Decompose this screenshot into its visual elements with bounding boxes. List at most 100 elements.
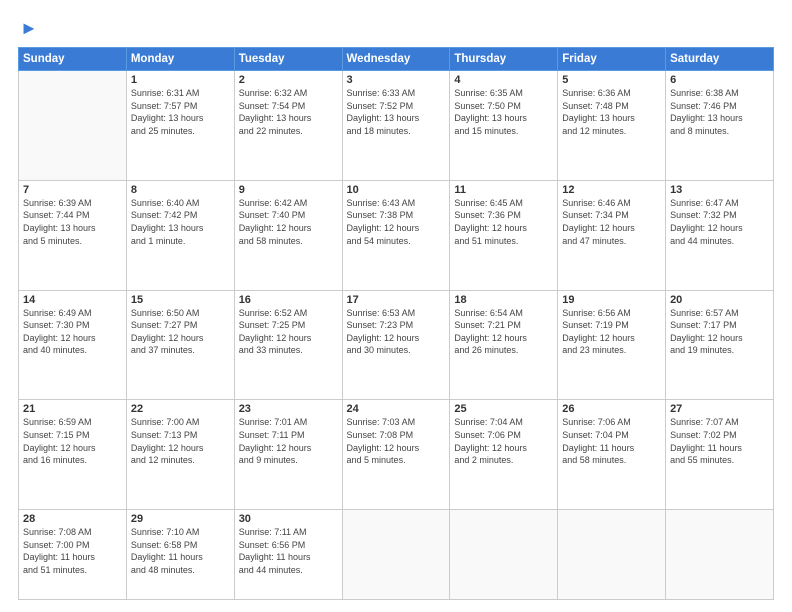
day-number: 11	[454, 184, 553, 196]
day-info: Sunrise: 6:32 AM Sunset: 7:54 PM Dayligh…	[239, 87, 338, 137]
day-info: Sunrise: 6:59 AM Sunset: 7:15 PM Dayligh…	[23, 416, 122, 466]
weekday-header-monday: Monday	[126, 48, 234, 71]
calendar-cell: 13Sunrise: 6:47 AM Sunset: 7:32 PM Dayli…	[666, 180, 774, 290]
day-info: Sunrise: 6:43 AM Sunset: 7:38 PM Dayligh…	[347, 197, 446, 247]
logo: ►	[18, 18, 38, 39]
day-number: 5	[562, 74, 661, 86]
calendar-cell: 16Sunrise: 6:52 AM Sunset: 7:25 PM Dayli…	[234, 290, 342, 400]
calendar-cell: 11Sunrise: 6:45 AM Sunset: 7:36 PM Dayli…	[450, 180, 558, 290]
day-info: Sunrise: 6:49 AM Sunset: 7:30 PM Dayligh…	[23, 307, 122, 357]
day-number: 6	[670, 74, 769, 86]
week-row-2: 7Sunrise: 6:39 AM Sunset: 7:44 PM Daylig…	[19, 180, 774, 290]
day-number: 22	[131, 403, 230, 415]
week-row-1: 1Sunrise: 6:31 AM Sunset: 7:57 PM Daylig…	[19, 71, 774, 181]
week-row-5: 28Sunrise: 7:08 AM Sunset: 7:00 PM Dayli…	[19, 510, 774, 600]
calendar-cell: 4Sunrise: 6:35 AM Sunset: 7:50 PM Daylig…	[450, 71, 558, 181]
day-number: 27	[670, 403, 769, 415]
calendar-cell: 7Sunrise: 6:39 AM Sunset: 7:44 PM Daylig…	[19, 180, 127, 290]
calendar-cell: 2Sunrise: 6:32 AM Sunset: 7:54 PM Daylig…	[234, 71, 342, 181]
page: ► SundayMondayTuesdayWednesdayThursdayFr…	[0, 0, 792, 612]
day-info: Sunrise: 6:42 AM Sunset: 7:40 PM Dayligh…	[239, 197, 338, 247]
day-info: Sunrise: 7:10 AM Sunset: 6:58 PM Dayligh…	[131, 526, 230, 576]
calendar-cell: 30Sunrise: 7:11 AM Sunset: 6:56 PM Dayli…	[234, 510, 342, 600]
calendar-cell: 27Sunrise: 7:07 AM Sunset: 7:02 PM Dayli…	[666, 400, 774, 510]
calendar-cell: 3Sunrise: 6:33 AM Sunset: 7:52 PM Daylig…	[342, 71, 450, 181]
calendar-cell: 12Sunrise: 6:46 AM Sunset: 7:34 PM Dayli…	[558, 180, 666, 290]
day-info: Sunrise: 7:03 AM Sunset: 7:08 PM Dayligh…	[347, 416, 446, 466]
day-number: 17	[347, 294, 446, 306]
day-info: Sunrise: 6:50 AM Sunset: 7:27 PM Dayligh…	[131, 307, 230, 357]
calendar-cell: 28Sunrise: 7:08 AM Sunset: 7:00 PM Dayli…	[19, 510, 127, 600]
calendar-cell: 10Sunrise: 6:43 AM Sunset: 7:38 PM Dayli…	[342, 180, 450, 290]
day-number: 1	[131, 74, 230, 86]
day-info: Sunrise: 6:46 AM Sunset: 7:34 PM Dayligh…	[562, 197, 661, 247]
day-number: 7	[23, 184, 122, 196]
calendar-cell: 20Sunrise: 6:57 AM Sunset: 7:17 PM Dayli…	[666, 290, 774, 400]
weekday-header-friday: Friday	[558, 48, 666, 71]
calendar-cell	[450, 510, 558, 600]
calendar-cell: 9Sunrise: 6:42 AM Sunset: 7:40 PM Daylig…	[234, 180, 342, 290]
day-info: Sunrise: 6:33 AM Sunset: 7:52 PM Dayligh…	[347, 87, 446, 137]
day-info: Sunrise: 7:07 AM Sunset: 7:02 PM Dayligh…	[670, 416, 769, 466]
day-number: 30	[239, 513, 338, 525]
weekday-header-wednesday: Wednesday	[342, 48, 450, 71]
day-number: 18	[454, 294, 553, 306]
calendar-cell: 1Sunrise: 6:31 AM Sunset: 7:57 PM Daylig…	[126, 71, 234, 181]
day-number: 9	[239, 184, 338, 196]
day-info: Sunrise: 6:35 AM Sunset: 7:50 PM Dayligh…	[454, 87, 553, 137]
calendar-cell: 21Sunrise: 6:59 AM Sunset: 7:15 PM Dayli…	[19, 400, 127, 510]
day-number: 8	[131, 184, 230, 196]
day-number: 25	[454, 403, 553, 415]
day-number: 12	[562, 184, 661, 196]
day-number: 3	[347, 74, 446, 86]
calendar-cell: 23Sunrise: 7:01 AM Sunset: 7:11 PM Dayli…	[234, 400, 342, 510]
weekday-header-row: SundayMondayTuesdayWednesdayThursdayFrid…	[19, 48, 774, 71]
day-info: Sunrise: 6:38 AM Sunset: 7:46 PM Dayligh…	[670, 87, 769, 137]
week-row-4: 21Sunrise: 6:59 AM Sunset: 7:15 PM Dayli…	[19, 400, 774, 510]
day-number: 24	[347, 403, 446, 415]
day-info: Sunrise: 7:11 AM Sunset: 6:56 PM Dayligh…	[239, 526, 338, 576]
day-number: 13	[670, 184, 769, 196]
calendar-cell: 17Sunrise: 6:53 AM Sunset: 7:23 PM Dayli…	[342, 290, 450, 400]
weekday-header-thursday: Thursday	[450, 48, 558, 71]
day-number: 19	[562, 294, 661, 306]
calendar-cell: 14Sunrise: 6:49 AM Sunset: 7:30 PM Dayli…	[19, 290, 127, 400]
calendar-cell: 19Sunrise: 6:56 AM Sunset: 7:19 PM Dayli…	[558, 290, 666, 400]
weekday-header-tuesday: Tuesday	[234, 48, 342, 71]
day-number: 26	[562, 403, 661, 415]
weekday-header-saturday: Saturday	[666, 48, 774, 71]
day-info: Sunrise: 7:04 AM Sunset: 7:06 PM Dayligh…	[454, 416, 553, 466]
day-info: Sunrise: 6:57 AM Sunset: 7:17 PM Dayligh…	[670, 307, 769, 357]
week-row-3: 14Sunrise: 6:49 AM Sunset: 7:30 PM Dayli…	[19, 290, 774, 400]
calendar-cell: 6Sunrise: 6:38 AM Sunset: 7:46 PM Daylig…	[666, 71, 774, 181]
day-number: 16	[239, 294, 338, 306]
day-number: 29	[131, 513, 230, 525]
day-number: 21	[23, 403, 122, 415]
day-number: 28	[23, 513, 122, 525]
day-info: Sunrise: 6:56 AM Sunset: 7:19 PM Dayligh…	[562, 307, 661, 357]
calendar-table: SundayMondayTuesdayWednesdayThursdayFrid…	[18, 47, 774, 600]
day-info: Sunrise: 7:06 AM Sunset: 7:04 PM Dayligh…	[562, 416, 661, 466]
day-info: Sunrise: 7:00 AM Sunset: 7:13 PM Dayligh…	[131, 416, 230, 466]
day-info: Sunrise: 6:47 AM Sunset: 7:32 PM Dayligh…	[670, 197, 769, 247]
day-info: Sunrise: 6:40 AM Sunset: 7:42 PM Dayligh…	[131, 197, 230, 247]
day-number: 2	[239, 74, 338, 86]
calendar-cell: 25Sunrise: 7:04 AM Sunset: 7:06 PM Dayli…	[450, 400, 558, 510]
day-number: 4	[454, 74, 553, 86]
calendar-cell	[19, 71, 127, 181]
day-info: Sunrise: 6:53 AM Sunset: 7:23 PM Dayligh…	[347, 307, 446, 357]
day-info: Sunrise: 6:45 AM Sunset: 7:36 PM Dayligh…	[454, 197, 553, 247]
day-info: Sunrise: 7:08 AM Sunset: 7:00 PM Dayligh…	[23, 526, 122, 576]
calendar-cell: 24Sunrise: 7:03 AM Sunset: 7:08 PM Dayli…	[342, 400, 450, 510]
logo-arrow-icon: ►	[20, 18, 38, 39]
day-number: 20	[670, 294, 769, 306]
calendar-cell	[558, 510, 666, 600]
header: ►	[18, 18, 774, 39]
calendar-cell: 26Sunrise: 7:06 AM Sunset: 7:04 PM Dayli…	[558, 400, 666, 510]
day-info: Sunrise: 6:36 AM Sunset: 7:48 PM Dayligh…	[562, 87, 661, 137]
calendar-cell: 29Sunrise: 7:10 AM Sunset: 6:58 PM Dayli…	[126, 510, 234, 600]
calendar-cell	[342, 510, 450, 600]
calendar-cell: 8Sunrise: 6:40 AM Sunset: 7:42 PM Daylig…	[126, 180, 234, 290]
calendar-cell: 5Sunrise: 6:36 AM Sunset: 7:48 PM Daylig…	[558, 71, 666, 181]
calendar-cell: 15Sunrise: 6:50 AM Sunset: 7:27 PM Dayli…	[126, 290, 234, 400]
